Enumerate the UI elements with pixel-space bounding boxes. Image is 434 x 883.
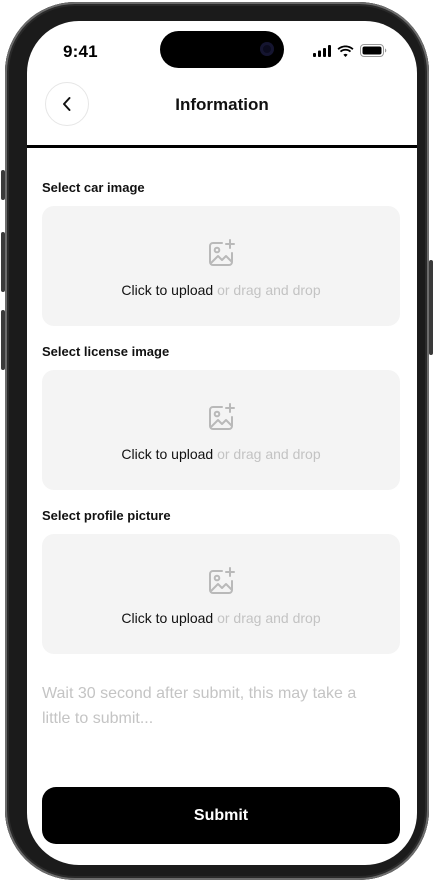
- profile-picture-upload-area[interactable]: Click to upload or drag and drop: [42, 534, 400, 654]
- submit-wait-note: Wait 30 second after submit, this may ta…: [42, 685, 357, 727]
- phone-frame: 9:41 Information Select car image Click …: [5, 2, 429, 880]
- mute-switch: [1, 170, 5, 200]
- signal-icon: [313, 44, 331, 57]
- image-add-icon: [209, 403, 235, 430]
- power-button: [429, 260, 433, 355]
- wifi-icon: [337, 45, 354, 57]
- license-image-label: Select license image: [42, 344, 170, 359]
- car-image-upload-area[interactable]: Click to upload or drag and drop: [42, 206, 400, 326]
- upload-prompt: Click to upload or drag and drop: [42, 446, 400, 462]
- drag-drop-hint: or drag and drop: [217, 446, 321, 462]
- click-to-upload-link[interactable]: Click to upload: [121, 610, 213, 626]
- image-add-icon: [209, 239, 235, 266]
- volume-up-button: [1, 232, 5, 292]
- profile-picture-label: Select profile picture: [42, 508, 171, 523]
- drag-drop-hint: or drag and drop: [217, 282, 321, 298]
- image-add-icon: [209, 567, 235, 594]
- app-screen: 9:41 Information Select car image Click …: [27, 21, 417, 865]
- upload-prompt: Click to upload or drag and drop: [42, 610, 400, 626]
- drag-drop-hint: or drag and drop: [217, 610, 321, 626]
- status-time: 9:41: [63, 42, 98, 61]
- submit-button[interactable]: Submit: [42, 787, 400, 844]
- navigation-header: Information: [27, 75, 417, 148]
- license-image-upload-area[interactable]: Click to upload or drag and drop: [42, 370, 400, 490]
- volume-down-button: [1, 310, 5, 370]
- battery-icon: [360, 44, 387, 57]
- page-title: Information: [175, 95, 269, 114]
- camera-icon: [260, 42, 274, 56]
- click-to-upload-link[interactable]: Click to upload: [121, 282, 213, 298]
- upload-prompt: Click to upload or drag and drop: [42, 282, 400, 298]
- click-to-upload-link[interactable]: Click to upload: [121, 446, 213, 462]
- car-image-label: Select car image: [42, 180, 145, 195]
- status-icons: [313, 44, 387, 57]
- status-bar: 9:41: [27, 21, 417, 75]
- dynamic-island: [160, 31, 284, 68]
